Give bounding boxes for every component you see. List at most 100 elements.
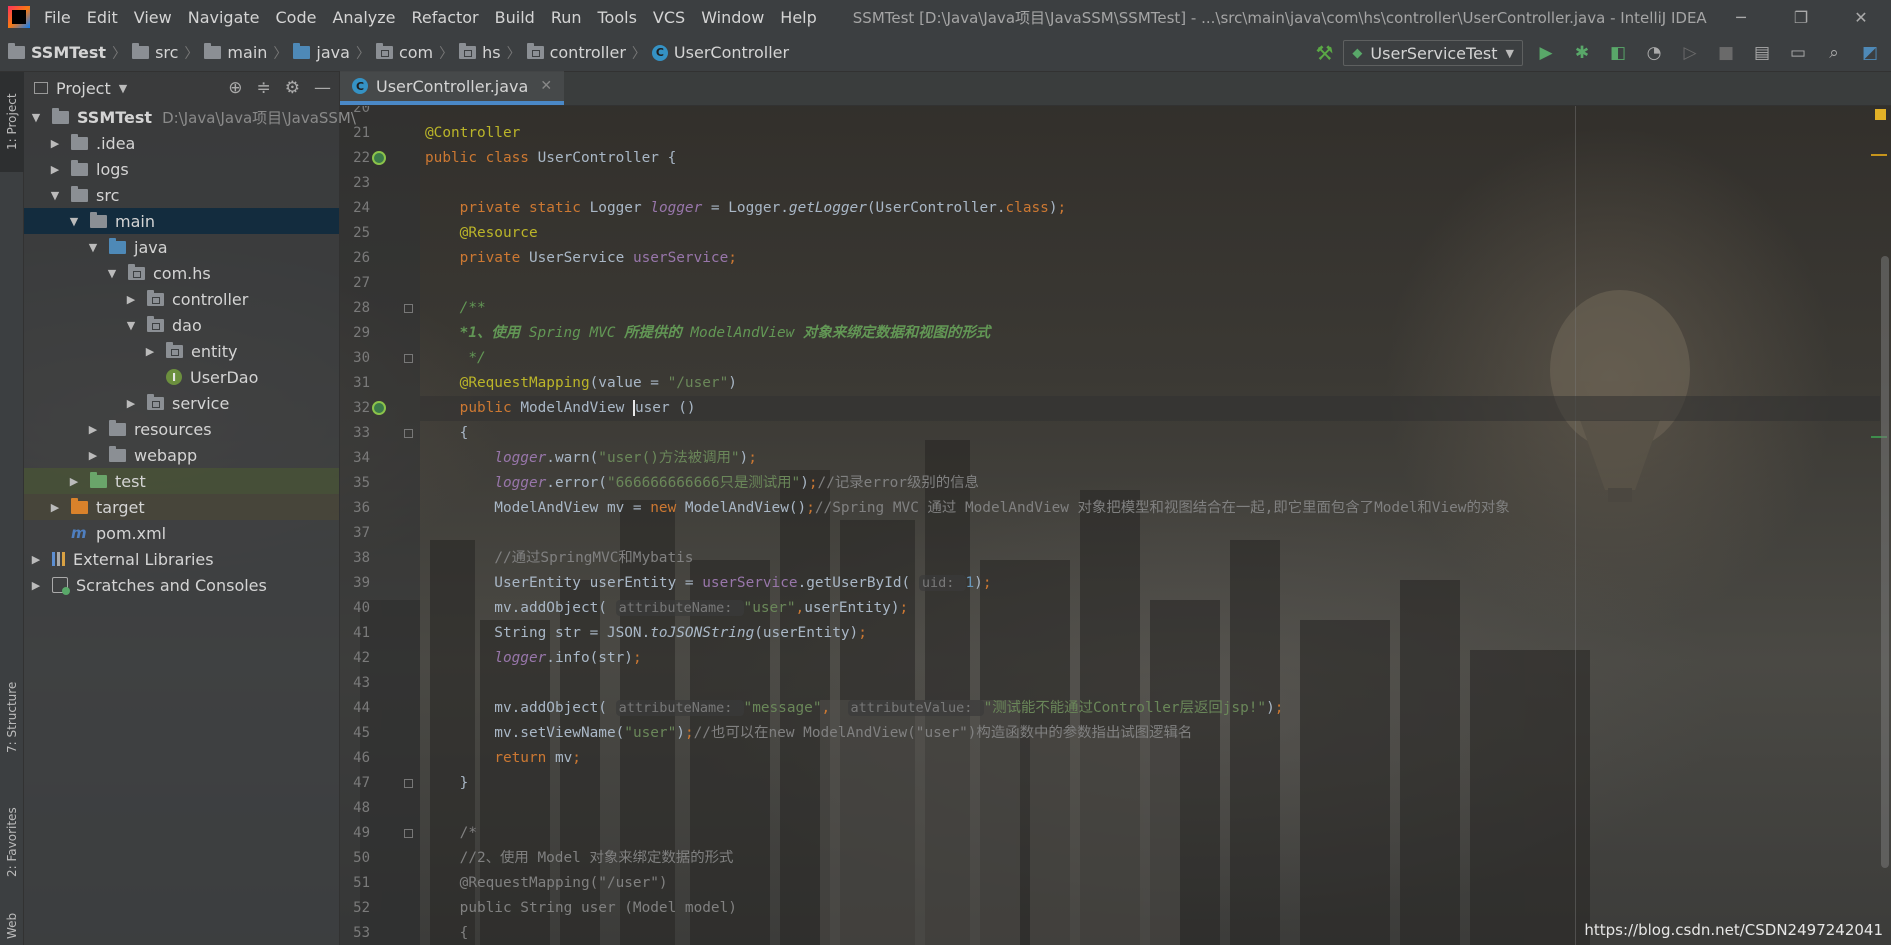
menu-navigate[interactable]: Navigate xyxy=(188,8,260,27)
code-line[interactable]: String str = JSON.toJSONString(userEntit… xyxy=(420,621,1880,646)
tool-tab-favorites[interactable]: 2: Favorites xyxy=(0,787,24,897)
warning-indicator-icon[interactable] xyxy=(1875,109,1886,120)
warning-marker[interactable] xyxy=(1871,154,1887,156)
breadcrumb-com[interactable]: com xyxy=(375,43,433,62)
code-line[interactable]: } xyxy=(420,771,1880,796)
run-icon[interactable]: ▶ xyxy=(1533,40,1559,66)
run-configuration-select[interactable]: ◆ UserServiceTest ▼ xyxy=(1343,40,1523,66)
code-line[interactable]: public String user (Model model) xyxy=(420,896,1880,921)
debug-icon[interactable]: ✱ xyxy=(1569,40,1595,66)
code-line[interactable]: logger.info(str); xyxy=(420,646,1880,671)
code-line[interactable]: @RequestMapping(value = "/user") xyxy=(420,371,1880,396)
code-line[interactable] xyxy=(420,796,1880,821)
close-button[interactable]: ✕ xyxy=(1831,0,1891,34)
resume-icon[interactable]: ▷ xyxy=(1677,40,1703,66)
spring-bean-gutter-icon[interactable] xyxy=(372,151,386,165)
collapse-all-icon[interactable]: ≑ xyxy=(257,78,271,98)
collapsed-arrow-icon[interactable]: ▶ xyxy=(142,345,158,358)
translate-icon[interactable]: ◩ xyxy=(1857,40,1883,66)
code-line[interactable]: @Resource xyxy=(420,221,1880,246)
menu-tools[interactable]: Tools xyxy=(598,8,637,27)
menu-window[interactable]: Window xyxy=(701,8,764,27)
profile-icon[interactable]: ◔ xyxy=(1641,40,1667,66)
code-line[interactable]: //2、使用 Model 对象来绑定数据的形式 xyxy=(420,846,1880,871)
code-line[interactable]: mv.addObject( attributeName: "message", … xyxy=(420,696,1880,721)
code-area[interactable]: @Controller public class UserController {… xyxy=(420,106,1880,945)
breadcrumb-usercontroller[interactable]: C UserController xyxy=(651,43,789,62)
tree-item-service[interactable]: ▶ service xyxy=(24,390,339,416)
code-line[interactable] xyxy=(420,521,1880,546)
code-line[interactable]: //通过SpringMVC和Mybatis xyxy=(420,546,1880,571)
code-line[interactable]: public class UserController { xyxy=(420,146,1880,171)
collapsed-arrow-icon[interactable]: ▶ xyxy=(47,163,63,176)
tree-item-scratches-and-consoles[interactable]: ▶ Scratches and Consoles xyxy=(24,572,339,598)
close-icon[interactable]: ✕ xyxy=(540,78,552,94)
expanded-arrow-icon[interactable]: ▼ xyxy=(28,111,44,124)
tree-item-external-libraries[interactable]: ▶ External Libraries xyxy=(24,546,339,572)
menu-view[interactable]: View xyxy=(134,8,172,27)
expanded-arrow-icon[interactable]: ▼ xyxy=(104,267,120,280)
menu-code[interactable]: Code xyxy=(276,8,317,27)
spring-bean-gutter-icon[interactable] xyxy=(372,401,386,415)
code-line[interactable]: UserEntity userEntity = userService.getU… xyxy=(420,571,1880,596)
menu-build[interactable]: Build xyxy=(495,8,535,27)
fold-marker-icon[interactable] xyxy=(404,779,413,788)
breadcrumb-main[interactable]: main xyxy=(204,43,267,62)
tab-usercontroller-java[interactable]: C UserController.java ✕ xyxy=(340,71,565,105)
coverage-icon[interactable]: ◧ xyxy=(1605,40,1631,66)
collapsed-arrow-icon[interactable]: ▶ xyxy=(85,423,101,436)
code-line[interactable]: public ModelAndView user () xyxy=(420,396,1880,421)
tool-tab-web[interactable]: Web xyxy=(0,907,24,945)
tree-item-logs[interactable]: ▶ logs xyxy=(24,156,339,182)
code-line[interactable] xyxy=(420,271,1880,296)
chevron-down-icon[interactable]: ▼ xyxy=(119,82,127,95)
terminal-icon[interactable]: ▭ xyxy=(1785,40,1811,66)
fold-marker-icon[interactable] xyxy=(404,829,413,838)
breadcrumb-controller[interactable]: controller xyxy=(526,43,626,62)
menu-run[interactable]: Run xyxy=(551,8,582,27)
code-line[interactable]: @RequestMapping("/user") xyxy=(420,871,1880,896)
vertical-scrollbar[interactable] xyxy=(1881,256,1889,868)
menu-refactor[interactable]: Refactor xyxy=(412,8,479,27)
code-editor[interactable]: 20 21 22 23 24 25 26 27 28 29 30 31 32 33 34 35 36 37 38 39… xyxy=(340,100,1891,945)
menu-edit[interactable]: Edit xyxy=(87,8,118,27)
tree-item-main[interactable]: ▼ main xyxy=(24,208,339,234)
code-line[interactable]: /* xyxy=(420,821,1880,846)
project-panel-title[interactable]: Project xyxy=(56,79,111,98)
tree-item-com-hs[interactable]: ▼ com.hs xyxy=(24,260,339,286)
tree-item-java[interactable]: ▼ java xyxy=(24,234,339,260)
code-line[interactable]: logger.error("666666666666只是测试用");//记录er… xyxy=(420,471,1880,496)
breadcrumb-src[interactable]: src xyxy=(132,43,178,62)
menu-file[interactable]: File xyxy=(44,8,71,27)
code-line[interactable]: private UserService userService; xyxy=(420,246,1880,271)
code-line[interactable] xyxy=(420,671,1880,696)
menu-help[interactable]: Help xyxy=(780,8,816,27)
collapsed-arrow-icon[interactable]: ▶ xyxy=(85,449,101,462)
collapsed-arrow-icon[interactable]: ▶ xyxy=(123,397,139,410)
code-line[interactable]: *1、使用 Spring MVC 所提供的 ModelAndView 对象来绑定… xyxy=(420,321,1880,346)
expanded-arrow-icon[interactable]: ▼ xyxy=(123,319,139,332)
code-line[interactable] xyxy=(420,171,1880,196)
build-icon[interactable]: ⚒ xyxy=(1315,41,1333,65)
breadcrumb-hs[interactable]: hs xyxy=(459,43,501,62)
fold-marker-icon[interactable] xyxy=(404,304,413,313)
code-line[interactable]: mv.setViewName("user");//也可以在new ModelAn… xyxy=(420,721,1880,746)
code-line[interactable]: @Controller xyxy=(420,121,1880,146)
expanded-arrow-icon[interactable]: ▼ xyxy=(47,189,63,202)
tree-item-ssmtest[interactable]: ▼ SSMTest D:\Java\Java项目\JavaSSM\ xyxy=(24,104,356,130)
code-line[interactable]: mv.addObject( attributeName: "user",user… xyxy=(420,596,1880,621)
menu-vcs[interactable]: VCS xyxy=(653,8,685,27)
stop-icon[interactable]: ■ xyxy=(1713,40,1739,66)
code-line[interactable]: ModelAndView mv = new ModelAndView();//S… xyxy=(420,496,1880,521)
project-structure-icon[interactable]: ▤ xyxy=(1749,40,1775,66)
collapsed-arrow-icon[interactable]: ▶ xyxy=(28,553,44,566)
expanded-arrow-icon[interactable]: ▼ xyxy=(85,241,101,254)
tree-item-userdao[interactable]: I UserDao xyxy=(24,364,339,390)
tree-item-pom-xml[interactable]: m pom.xml xyxy=(24,520,339,546)
code-line[interactable]: logger.warn("user()方法被调用"); xyxy=(420,446,1880,471)
fold-marker-icon[interactable] xyxy=(404,429,413,438)
tree-item-test[interactable]: ▶ test xyxy=(24,468,339,494)
breadcrumb-project[interactable]: SSMTest xyxy=(8,43,106,62)
code-line[interactable]: { xyxy=(420,421,1880,446)
tree-item-controller[interactable]: ▶ controller xyxy=(24,286,339,312)
